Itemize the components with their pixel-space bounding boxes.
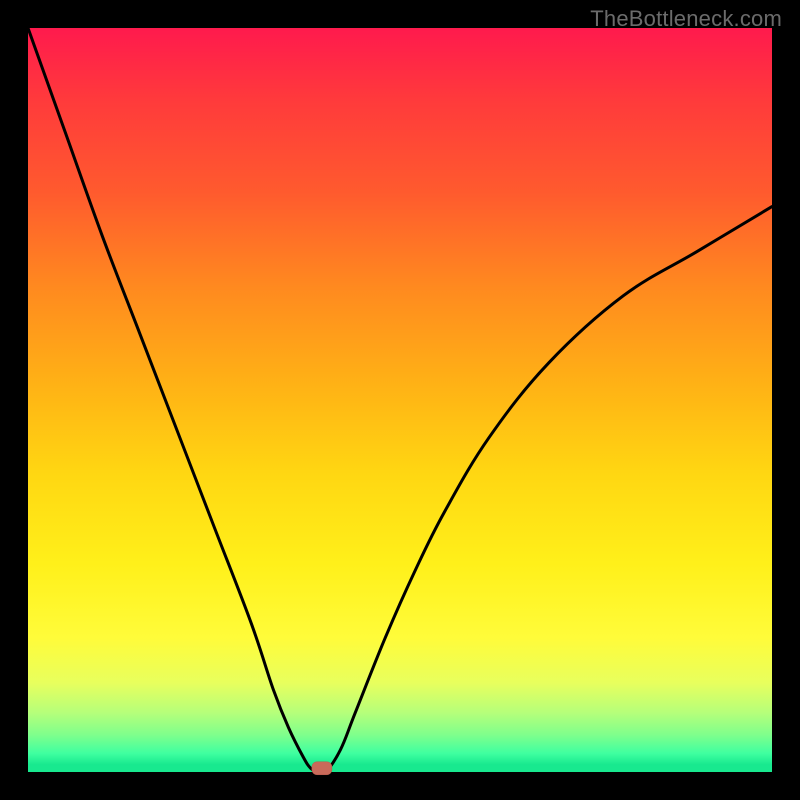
chart-svg [28, 28, 772, 772]
chart-frame: TheBottleneck.com [0, 0, 800, 800]
bottleneck-curve-line [28, 28, 772, 774]
chart-plot-area [28, 28, 772, 772]
optimal-point-marker [312, 762, 332, 775]
